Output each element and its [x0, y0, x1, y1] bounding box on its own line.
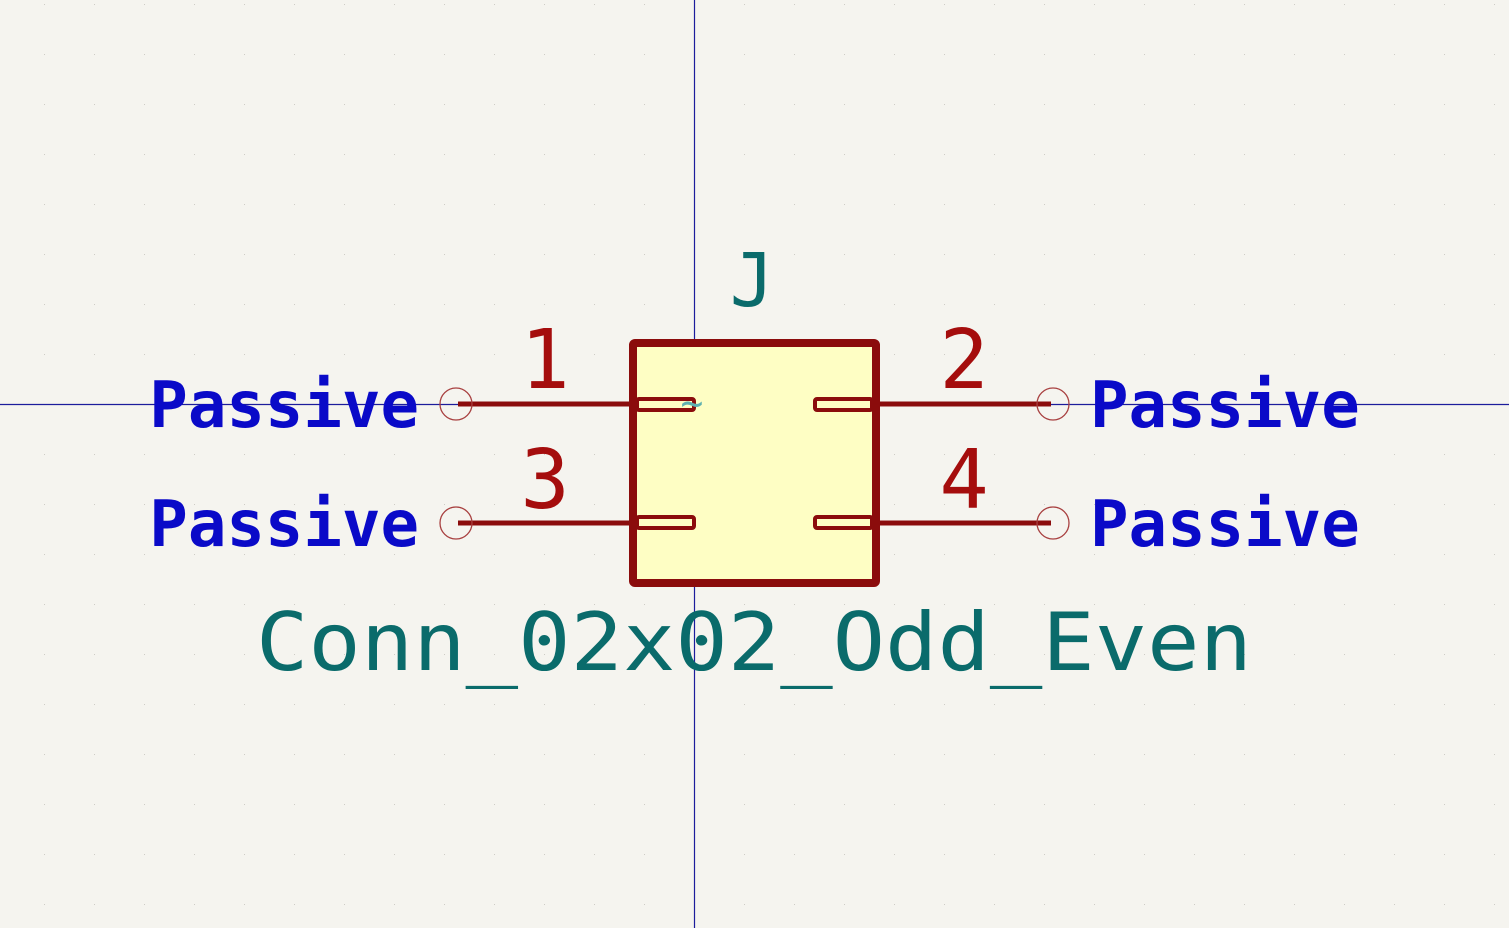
reference-field[interactable]: J — [730, 238, 775, 324]
value-field[interactable]: Conn_02x02_Odd_Even — [256, 596, 1252, 689]
pin-2-number: 2 — [939, 313, 988, 408]
pin-1-number: 1 — [520, 313, 569, 408]
pin-4-type: Passive — [1090, 488, 1360, 562]
pin-3-number: 3 — [520, 433, 569, 528]
pin-3-type: Passive — [149, 488, 419, 562]
schematic-canvas[interactable]: 1 Passive 3 Passive 2 Passive 4 Passive … — [0, 0, 1509, 928]
symbol-body[interactable] — [629, 339, 880, 587]
pin-4-number: 4 — [939, 433, 988, 528]
unit-marker: ~ — [681, 381, 704, 425]
pin-1-type: Passive — [149, 369, 419, 443]
pin-2-type: Passive — [1090, 369, 1360, 443]
